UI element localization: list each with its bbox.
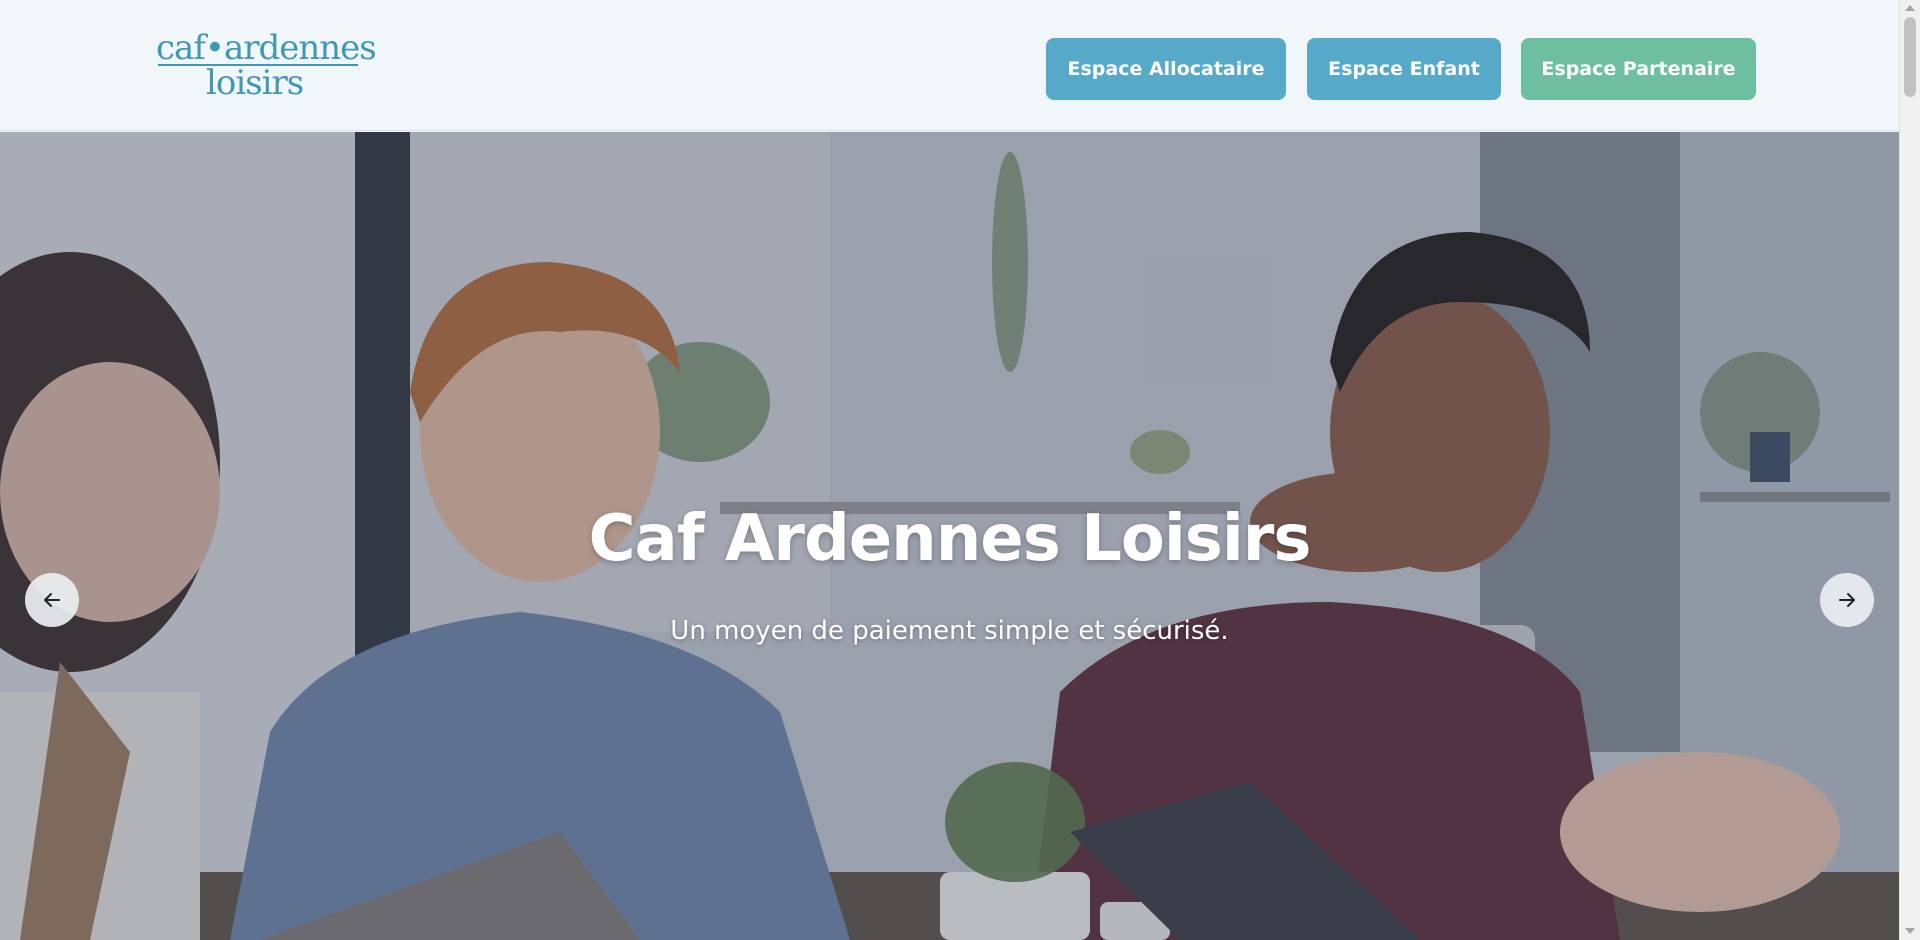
site-header: caf•ardennes loisirs Espace Allocataire … — [0, 0, 1899, 131]
arrow-right-icon — [1839, 593, 1855, 607]
caf-ardennes-loisirs-logo[interactable]: caf•ardennes loisirs — [156, 28, 377, 104]
scroll-down-icon[interactable] — [1905, 928, 1915, 934]
arrow-left-icon — [44, 593, 60, 607]
hero-title: Caf Ardennes Loisirs — [588, 502, 1312, 576]
scroll-thumb[interactable] — [1904, 17, 1916, 97]
page-scrollbar[interactable] — [1899, 0, 1920, 940]
scroll-up-icon[interactable] — [1905, 5, 1915, 11]
espace-partenaire-button[interactable]: Espace Partenaire — [1521, 38, 1756, 100]
espace-allocataire-button[interactable]: Espace Allocataire — [1046, 38, 1286, 100]
logo-text-line1: caf•ardennes — [156, 28, 377, 68]
logo-text-line2: loisirs — [206, 63, 304, 103]
page: caf•ardennes loisirs Espace Allocataire … — [0, 0, 1920, 940]
espace-enfant-button[interactable]: Espace Enfant — [1307, 38, 1501, 100]
hero-subtitle: Un moyen de paiement simple et sécurisé. — [670, 616, 1229, 646]
hero-carousel: Caf Ardennes Loisirs Un moyen de paiemen… — [0, 132, 1899, 940]
carousel-prev-button[interactable] — [25, 573, 79, 627]
carousel-next-button[interactable] — [1820, 573, 1874, 627]
